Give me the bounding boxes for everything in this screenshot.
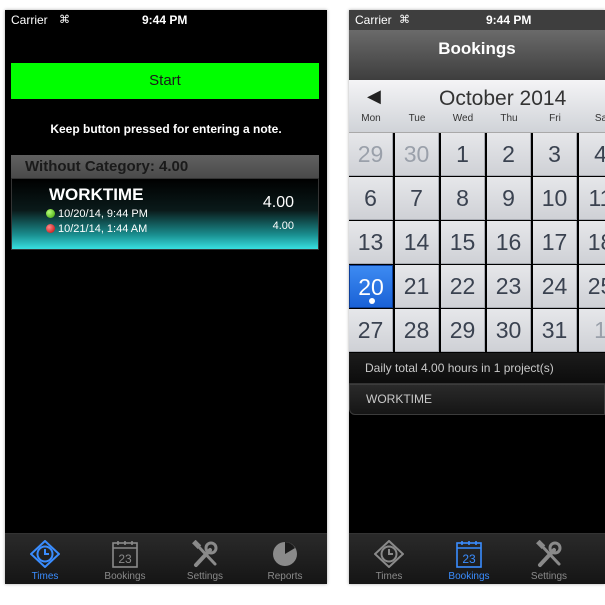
weekday-tue: Tue xyxy=(408,113,426,124)
calendar-day[interactable]: 29 xyxy=(441,309,485,352)
weekday-fri: Fri xyxy=(549,113,561,124)
booking-row[interactable]: WORKTIME 4.00 4.00 10/20/14, 9:44 PM 10/… xyxy=(11,178,319,250)
month-title: October 2014 xyxy=(439,87,567,110)
tab-times-2[interactable]: Times xyxy=(349,534,429,584)
calendar-day[interactable]: 17 xyxy=(533,221,577,264)
wifi-icon-2: ⌘ xyxy=(399,14,410,26)
bookings-screen: Carrier ⌘ 9:44 PM Bookings ◀ October 201… xyxy=(349,10,605,584)
status-bar: Carrier ⌘ 9:44 PM xyxy=(5,10,327,30)
tools-icon xyxy=(536,540,562,567)
booking-start: 10/20/14, 9:44 PM xyxy=(46,208,148,220)
calendar-day[interactable]: 7 xyxy=(395,177,439,220)
booking-start-text: 10/20/14, 9:44 PM xyxy=(58,208,148,220)
start-dot-icon xyxy=(46,209,55,218)
calendar-day[interactable]: 21 xyxy=(395,265,439,308)
category-header: Without Category: 4.00 xyxy=(11,155,319,178)
calendar-day[interactable]: 18 xyxy=(579,221,605,264)
tab-bookings-label-2: Bookings xyxy=(448,571,490,582)
tools-icon xyxy=(192,540,218,567)
calendar-day[interactable]: 3 xyxy=(533,133,577,176)
booking-total: 4.00 xyxy=(262,194,294,211)
calendar-day[interactable]: 29 xyxy=(349,133,393,176)
tab-times[interactable]: Times xyxy=(5,534,85,584)
page-title: Bookings xyxy=(438,39,516,58)
pie-chart-icon xyxy=(273,542,297,566)
tab-settings-label: Settings xyxy=(186,571,224,582)
tab-settings-2[interactable]: Settings xyxy=(509,534,589,584)
booking-end: 10/21/14, 1:44 AM xyxy=(46,223,147,235)
calendar-day[interactable]: 25 xyxy=(579,265,605,308)
calendar-day[interactable]: 8 xyxy=(441,177,485,220)
carrier-label: Carrier xyxy=(11,13,48,27)
calendar-day[interactable]: 1 xyxy=(441,133,485,176)
tab-bookings-2[interactable]: 23 Bookings xyxy=(429,534,509,584)
tab-bar: Times 23 Bookings Settings Reports xyxy=(5,533,327,584)
calendar-day[interactable]: 1 xyxy=(579,309,605,352)
weekday-sat: Sa xyxy=(594,113,605,124)
booking-indicator-dot xyxy=(369,298,375,304)
calendar-header: ◀ October 2014 Mon Tue Wed Thu Fri Sa xyxy=(349,80,605,133)
calendar-day[interactable]: 10 xyxy=(533,177,577,220)
prev-month-icon[interactable]: ◀ xyxy=(367,86,381,107)
tab-settings-label-2: Settings xyxy=(530,571,568,582)
weekday-wed: Wed xyxy=(452,113,474,124)
calendar-day[interactable]: 14 xyxy=(395,221,439,264)
tab-times-label-2: Times xyxy=(375,571,403,582)
tab-times-label: Times xyxy=(31,571,59,582)
calendar-day[interactable]: 28 xyxy=(395,309,439,352)
tab-bookings-label: Bookings xyxy=(104,571,146,582)
calendar-day[interactable]: 24 xyxy=(533,265,577,308)
booking-subtotal: 4.00 xyxy=(272,220,294,232)
calendar-day[interactable]: 6 xyxy=(349,177,393,220)
end-dot-icon xyxy=(46,224,55,233)
calendar-day[interactable]: 20 xyxy=(349,265,393,308)
booking-title: WORKTIME xyxy=(49,185,144,204)
status-bar-2: Carrier ⌘ 9:44 PM xyxy=(349,10,605,30)
nav-bar: Bookings xyxy=(349,30,605,80)
calendar-day[interactable]: 9 xyxy=(487,177,531,220)
calendar-day[interactable]: 22 xyxy=(441,265,485,308)
daily-summary: Daily total 4.00 hours in 1 project(s) xyxy=(349,353,605,384)
calendar-icon: 23 xyxy=(456,541,482,568)
calendar-day[interactable]: 4 xyxy=(579,133,605,176)
calendar-day[interactable]: 15 xyxy=(441,221,485,264)
calendar-day[interactable]: 23 xyxy=(487,265,531,308)
tab-reports[interactable]: Reports xyxy=(245,534,325,584)
times-screen: Carrier ⌘ 9:44 PM Start Keep button pres… xyxy=(5,10,327,584)
tab-settings[interactable]: Settings xyxy=(165,534,245,584)
clock-icon xyxy=(30,540,60,568)
calendar-day[interactable]: 30 xyxy=(487,309,531,352)
carrier-label-2: Carrier xyxy=(355,13,392,27)
calendar-day[interactable]: 16 xyxy=(487,221,531,264)
tab-reports-label: Reports xyxy=(267,571,303,582)
calendar-day[interactable]: 13 xyxy=(349,221,393,264)
calendar-day[interactable]: 31 xyxy=(533,309,577,352)
calendar-day[interactable]: 27 xyxy=(349,309,393,352)
booking-end-text: 10/21/14, 1:44 AM xyxy=(58,223,148,235)
calendar-day[interactable]: 2 xyxy=(487,133,531,176)
tab-bookings[interactable]: 23 Bookings xyxy=(85,534,165,584)
calendar-day[interactable]: 30 xyxy=(395,133,439,176)
weekday-mon: Mon xyxy=(361,113,381,124)
start-button[interactable]: Start xyxy=(11,63,319,99)
weekday-thu: Thu xyxy=(500,113,518,124)
status-time: 9:44 PM xyxy=(142,13,188,27)
calendar-day[interactable]: 11 xyxy=(579,177,605,220)
tab-bar-2: Times 23 Bookings Settings xyxy=(349,533,605,584)
status-time-2: 9:44 PM xyxy=(486,13,532,27)
calendar-icon: 23 xyxy=(112,541,138,568)
hint-text: Keep button pressed for entering a note. xyxy=(50,122,282,136)
svg-text:23: 23 xyxy=(462,552,476,566)
project-row[interactable]: WORKTIME xyxy=(349,384,605,415)
wifi-icon: ⌘ xyxy=(59,14,70,26)
clock-icon xyxy=(374,540,404,568)
svg-text:23: 23 xyxy=(118,552,132,566)
